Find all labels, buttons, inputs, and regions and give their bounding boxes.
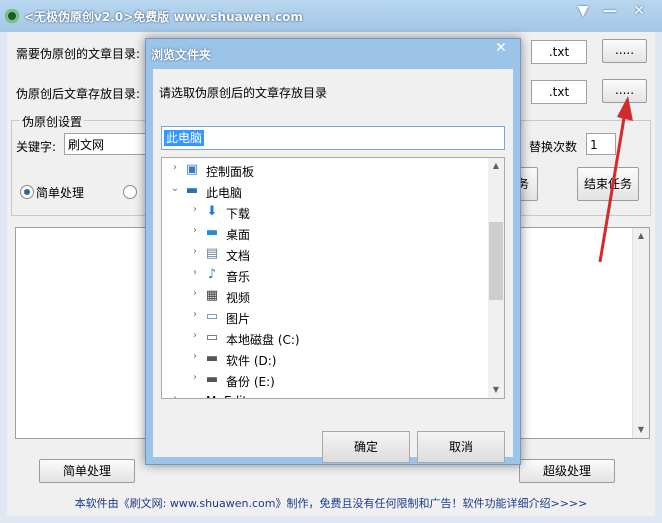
annotation-arrow-icon xyxy=(598,96,633,263)
